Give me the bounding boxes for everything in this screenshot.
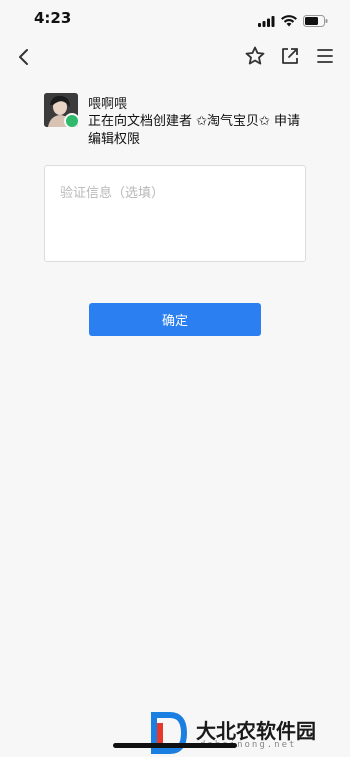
wifi-icon xyxy=(281,12,297,31)
status-icons xyxy=(258,12,328,31)
home-indicator[interactable] xyxy=(113,743,237,748)
share-icon[interactable] xyxy=(279,45,301,67)
avatar-badge xyxy=(64,113,78,127)
back-icon[interactable] xyxy=(14,46,36,68)
star-icon[interactable] xyxy=(244,45,266,67)
requester-name: 喂啊喂 xyxy=(88,97,128,112)
avatar xyxy=(44,93,78,127)
request-message: 正在向文档创建者 ✩淘气宝贝✩ 申请编辑权限 xyxy=(88,114,301,147)
battery-icon xyxy=(303,12,328,31)
screen: 4:23 喂啊喂 正在向文档创建者 ✩淘气宝贝✩ 申请编辑权限 验证信息（选填）… xyxy=(0,0,350,757)
signal-icon xyxy=(258,12,275,31)
status-time: 4:23 xyxy=(34,9,72,27)
menu-icon[interactable] xyxy=(314,45,336,67)
confirm-button[interactable]: 确定 xyxy=(89,303,261,336)
status-bar: 4:23 xyxy=(0,0,350,38)
verify-info-input[interactable] xyxy=(44,165,306,262)
nav-bar xyxy=(0,38,350,76)
